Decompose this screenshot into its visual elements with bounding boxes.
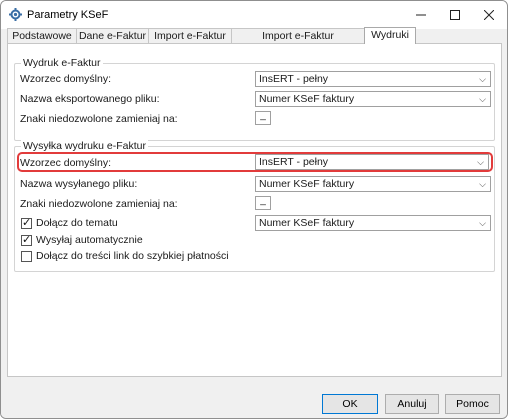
- attach-link-label[interactable]: Dołącz do treści link do szybkiej płatno…: [36, 250, 229, 262]
- minimize-button[interactable]: [404, 1, 438, 29]
- sent-file-value: Numer KSeF faktury: [259, 178, 355, 190]
- tab-podstawowe[interactable]: Podstawowe: [7, 28, 77, 43]
- group-title: Wydruk e-Faktur: [21, 57, 103, 69]
- minimize-icon: [416, 14, 426, 16]
- tab-wydruki[interactable]: Wydruki: [364, 27, 416, 44]
- maximize-button[interactable]: [438, 1, 472, 29]
- attach-subject-select[interactable]: Numer KSeF faktury ⌵: [255, 215, 491, 231]
- chevron-down-icon: ⌵: [479, 74, 486, 84]
- group-wydruk-e-faktur: Wydruk e-Faktur Wzorzec domyślny: InsERT…: [14, 57, 495, 141]
- attach-subject-value: Numer KSeF faktury: [259, 217, 355, 229]
- export-file-label: Nazwa eksportowanego pliku:: [20, 93, 160, 105]
- tab-dane-e-faktur[interactable]: Dane e-Faktur: [76, 28, 149, 43]
- tab-page-wydruki: Wydruk e-Faktur Wzorzec domyślny: InsERT…: [7, 43, 502, 377]
- ok-button[interactable]: OK: [322, 394, 378, 414]
- sent-file-label: Nazwa wysyłanego pliku:: [20, 178, 138, 190]
- chevron-down-icon: ⌵: [477, 157, 484, 167]
- invalid-chars-label: Znaki niedozwolone zamieniaj na:: [20, 198, 178, 210]
- app-gear-icon: [9, 8, 22, 21]
- default-template-label: Wzorzec domyślny:: [20, 73, 112, 85]
- default-template-value: InsERT - pełny: [259, 73, 329, 85]
- chevron-down-icon: ⌵: [479, 94, 486, 104]
- group-title: Wysyłka wydruku e-Faktur: [21, 140, 149, 152]
- window-title: Parametry KSeF: [27, 9, 109, 21]
- chevron-down-icon: ⌵: [479, 179, 486, 189]
- close-button[interactable]: [472, 1, 506, 29]
- attach-link-checkbox[interactable]: [21, 251, 32, 262]
- cancel-button[interactable]: Anuluj: [385, 394, 439, 414]
- attach-subject-label[interactable]: Dołącz do tematu: [36, 217, 118, 229]
- default-template-select[interactable]: InsERT - pełny ⌵: [255, 154, 489, 170]
- export-file-select[interactable]: Numer KSeF faktury ⌵: [255, 91, 491, 107]
- group-wysylka-wydruku: Wysyłka wydruku e-Faktur Wzorzec domyśln…: [14, 140, 495, 272]
- chevron-down-icon: ⌵: [479, 218, 486, 228]
- invalid-chars-input[interactable]: _: [255, 111, 271, 125]
- tab-import-e-faktur-zaliczkowych[interactable]: Import e-Faktur zaliczkowych: [231, 28, 365, 56]
- send-auto-checkbox[interactable]: [21, 233, 32, 246]
- title-bar: Parametry KSeF: [1, 1, 507, 29]
- close-icon: [484, 10, 494, 20]
- default-template-label: Wzorzec domyślny:: [20, 157, 112, 169]
- default-template-select[interactable]: InsERT - pełny ⌵: [255, 71, 491, 87]
- default-template-value: InsERT - pełny: [259, 156, 329, 168]
- maximize-icon: [450, 10, 460, 20]
- export-file-value: Numer KSeF faktury: [259, 93, 355, 105]
- tab-import-e-faktur[interactable]: Import e-Faktur: [148, 28, 232, 43]
- sent-file-select[interactable]: Numer KSeF faktury ⌵: [255, 176, 491, 192]
- attach-subject-checkbox[interactable]: [21, 216, 32, 229]
- invalid-chars-label: Znaki niedozwolone zamieniaj na:: [20, 113, 178, 125]
- dialog-window: Parametry KSeF Podstawowe Dane e-Faktur …: [0, 0, 508, 419]
- send-auto-label[interactable]: Wysyłaj automatycznie: [36, 234, 143, 246]
- invalid-chars-input[interactable]: _: [255, 196, 271, 210]
- help-button[interactable]: Pomoc: [445, 394, 500, 414]
